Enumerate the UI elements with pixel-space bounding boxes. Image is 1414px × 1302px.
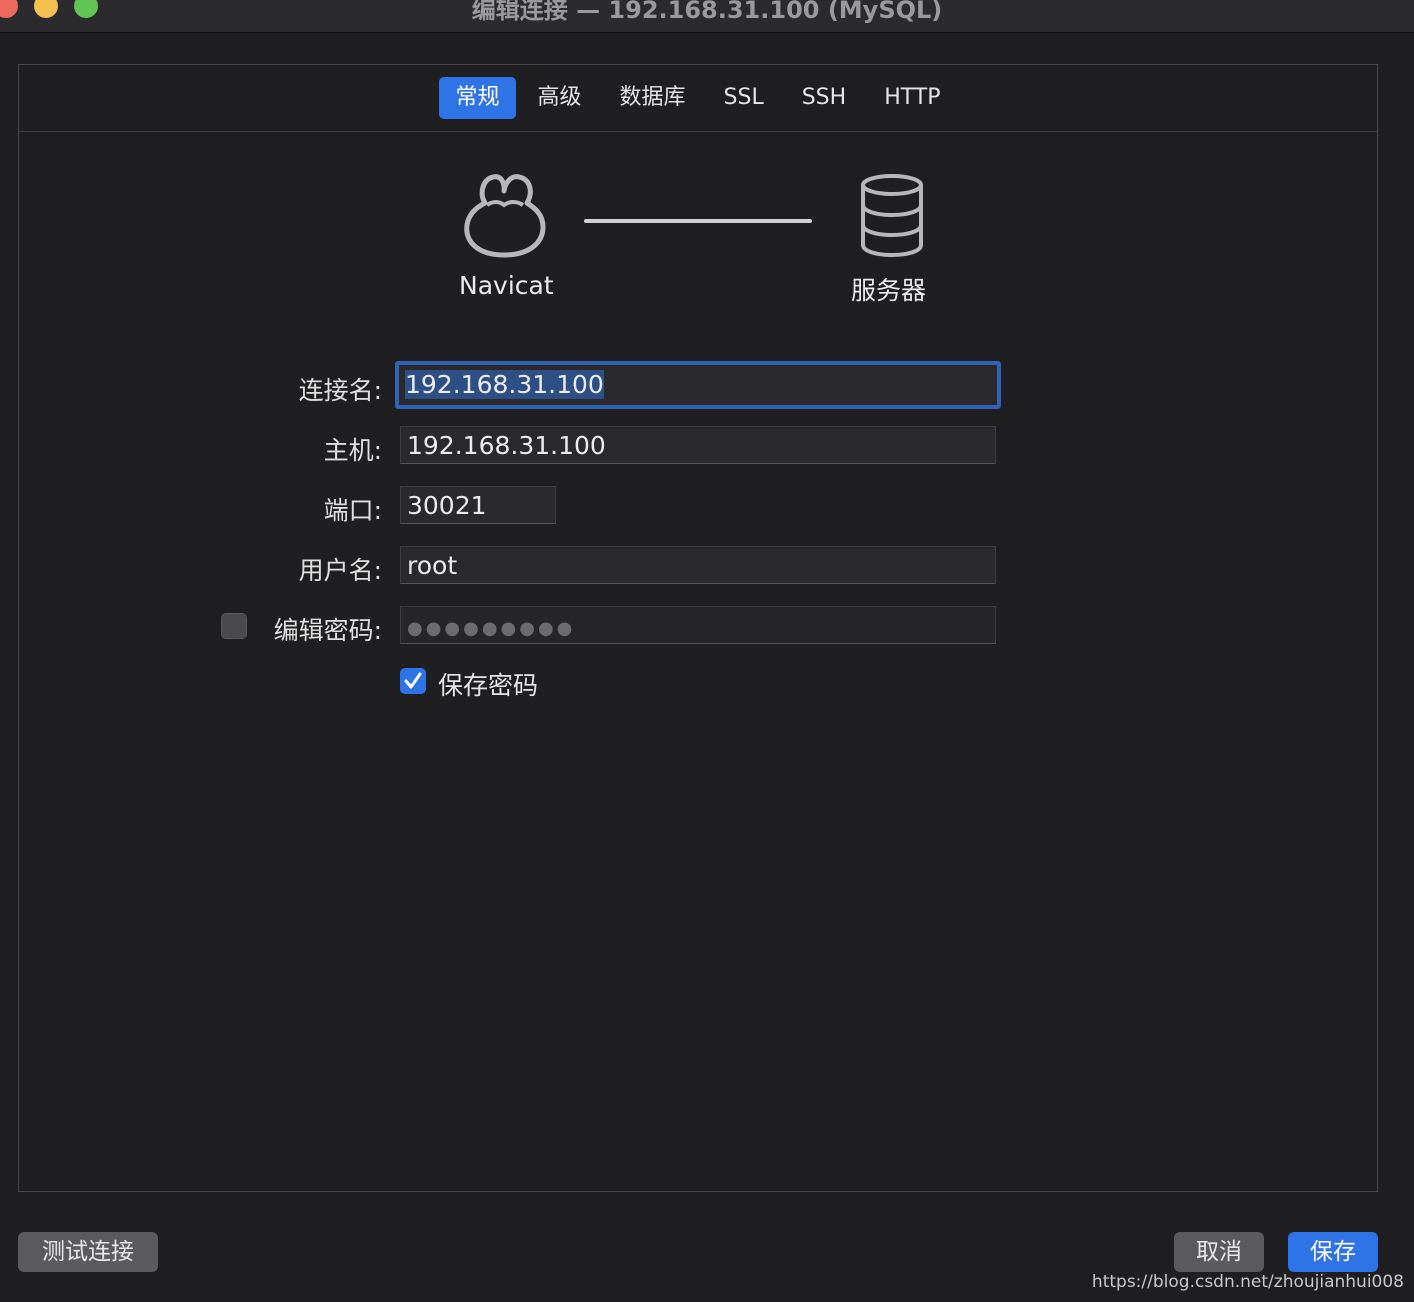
tab-ssl[interactable]: SSL [708,77,780,119]
edit-connection-window: 编辑连接 — 192.168.31.100 (MySQL) 常规 高级 数据库 … [0,0,1414,1302]
connection-diagram: Navicat 服务器 [19,171,1377,311]
test-connection-button[interactable]: 测试连接 [18,1232,158,1272]
checkmark-icon [404,672,422,689]
port-label: 端口: [323,496,382,525]
cancel-button[interactable]: 取消 [1174,1232,1264,1272]
connection-name-label: 连接名: [298,376,382,405]
host-label: 主机: [323,436,382,465]
host-input[interactable]: 192.168.31.100 [400,426,996,464]
watermark-text: https://blog.csdn.net/zhoujianhui008 [1091,1272,1404,1292]
server-label: 服务器 [851,276,927,305]
save-button[interactable]: 保存 [1288,1232,1378,1272]
database-icon [861,174,923,257]
window-title: 编辑连接 — 192.168.31.100 (MySQL) [471,0,943,24]
username-input[interactable]: root [400,546,996,584]
username-label: 用户名: [298,556,382,585]
port-input[interactable]: 30021 [400,486,556,524]
navicat-logo-icon [464,174,546,258]
tab-ssh[interactable]: SSH [786,77,862,119]
tab-databases[interactable]: 数据库 [604,77,702,119]
edit-password-label: 编辑密码: [273,616,382,645]
edit-password-checkbox[interactable] [221,613,247,639]
tab-http[interactable]: HTTP [868,77,956,119]
connection-line [584,219,812,223]
save-password-checkbox[interactable] [400,668,426,694]
tab-advanced[interactable]: 高级 [522,77,598,119]
title-bar: 编辑连接 — 192.168.31.100 (MySQL) [0,0,1414,33]
password-input[interactable]: ●●●●●●●●● [400,606,996,644]
save-password-label: 保存密码 [438,671,539,700]
tab-bar: 常规 高级 数据库 SSL SSH HTTP [19,65,1377,132]
password-mask: ●●●●●●●●● [407,618,576,639]
connection-name-value: 192.168.31.100 [405,370,604,399]
settings-panel: 常规 高级 数据库 SSL SSH HTTP Navicat 服务器 连接名: [18,64,1378,1192]
tab-general[interactable]: 常规 [439,77,516,119]
client-label: Navicat [459,271,554,300]
connection-name-input[interactable]: 192.168.31.100 [395,361,1001,409]
